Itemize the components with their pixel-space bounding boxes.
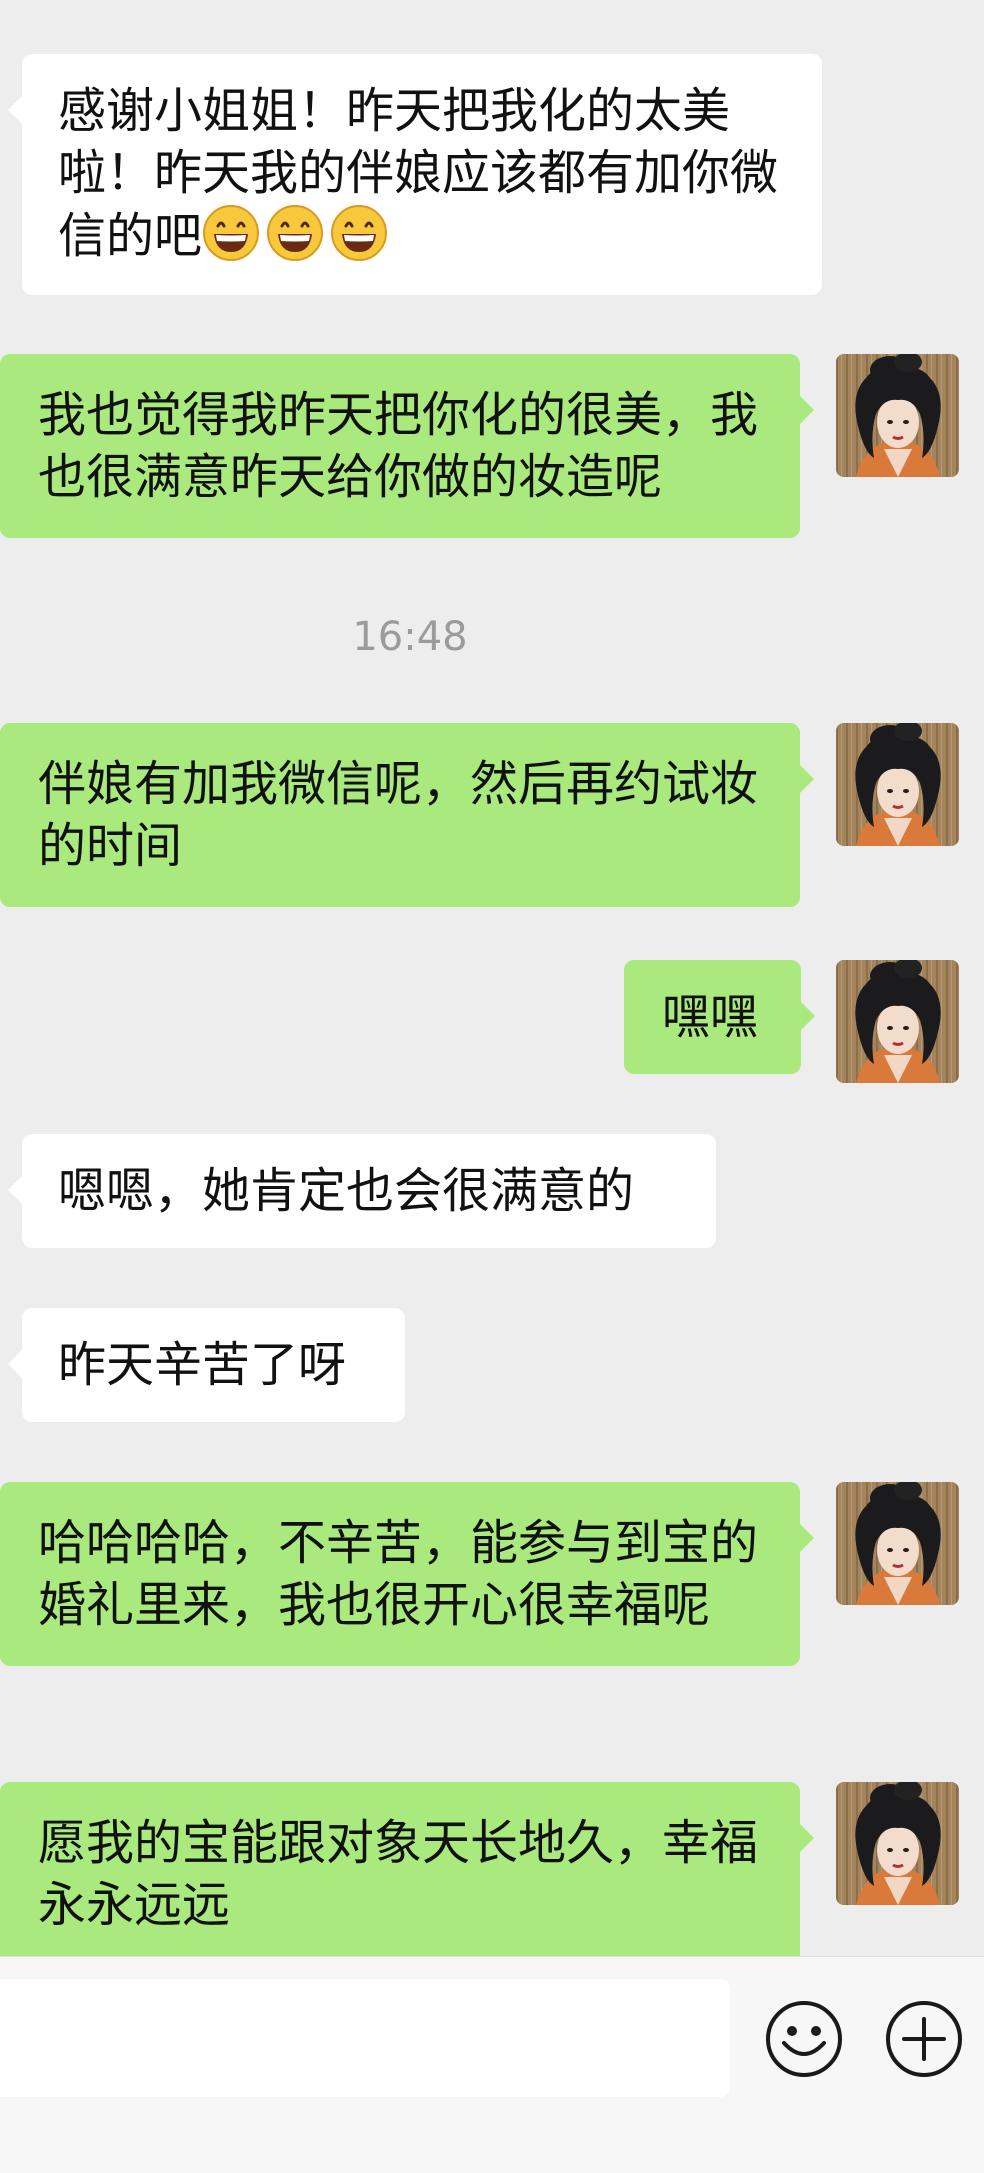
- user-avatar[interactable]: [836, 1782, 959, 1905]
- outgoing-message-bubble[interactable]: 伴娘有加我微信呢，然后再约试妆的时间: [0, 723, 814, 907]
- message-text: 我也觉得我昨天把你化的很美，我也很满意昨天给你做的妆造呢: [38, 387, 759, 505]
- user-avatar[interactable]: [836, 723, 959, 846]
- message-text: 嗯嗯，她肯定也会很满意的: [58, 1163, 635, 1219]
- outgoing-message-bubble[interactable]: 嘿嘿: [624, 960, 815, 1074]
- message-input[interactable]: [0, 1979, 730, 2097]
- plus-button[interactable]: [884, 1999, 964, 2079]
- bubble-tail: [800, 765, 814, 793]
- bubble-tail: [800, 1824, 814, 1852]
- emoji-button[interactable]: [764, 1999, 844, 2079]
- message-text: 昨天辛苦了呀: [58, 1337, 347, 1393]
- incoming-message-bubble[interactable]: 感谢小姐姐！昨天把我化的太美啦！昨天我的伴娘应该都有加你微信的吧: [8, 54, 822, 295]
- grinning-face-emoji: [266, 204, 324, 262]
- grinning-face-emoji: [330, 204, 388, 262]
- message-text: 伴娘有加我微信呢，然后再约试妆的时间: [38, 756, 759, 874]
- message-text: 愿我的宝能跟对象天长地久，幸福永永远远: [38, 1815, 759, 1933]
- user-avatar[interactable]: [836, 1482, 959, 1605]
- bubble-tail: [800, 396, 814, 424]
- bubble-tail: [8, 96, 22, 124]
- outgoing-message-bubble[interactable]: 我也觉得我昨天把你化的很美，我也很满意昨天给你做的妆造呢: [0, 354, 814, 538]
- user-avatar[interactable]: [836, 960, 959, 1083]
- user-avatar[interactable]: [836, 354, 959, 477]
- message-timestamp: 16:48: [352, 614, 468, 660]
- incoming-message-bubble[interactable]: 昨天辛苦了呀: [8, 1308, 405, 1422]
- message-input-container: [0, 1979, 730, 2097]
- bubble-tail: [8, 1350, 22, 1378]
- incoming-message-bubble[interactable]: 嗯嗯，她肯定也会很满意的: [8, 1134, 716, 1248]
- message-text: 哈哈哈哈，不辛苦，能参与到宝的婚礼里来，我也很开心很幸福呢: [38, 1515, 759, 1633]
- plus-circle-icon: [886, 2001, 962, 2077]
- outgoing-message-bubble[interactable]: 哈哈哈哈，不辛苦，能参与到宝的婚礼里来，我也很开心很幸福呢: [0, 1482, 814, 1666]
- bubble-tail: [801, 1002, 815, 1030]
- outgoing-message-bubble[interactable]: 愿我的宝能跟对象天长地久，幸福永永远远: [0, 1782, 814, 1956]
- bubble-tail: [8, 1176, 22, 1204]
- chat-input-bar: [0, 1956, 984, 2173]
- bubble-tail: [800, 1524, 814, 1552]
- chat-message-list[interactable]: 感谢小姐姐！昨天把我化的太美啦！昨天我的伴娘应该都有加你微信的吧 我也觉得我昨天…: [0, 0, 984, 1956]
- smiley-face-icon: [766, 2001, 842, 2077]
- message-text: 嘿嘿: [662, 989, 759, 1045]
- grinning-face-emoji: [202, 204, 260, 262]
- message-text: 感谢小姐姐！昨天把我化的太美啦！昨天我的伴娘应该都有加你微信的吧: [58, 83, 779, 264]
